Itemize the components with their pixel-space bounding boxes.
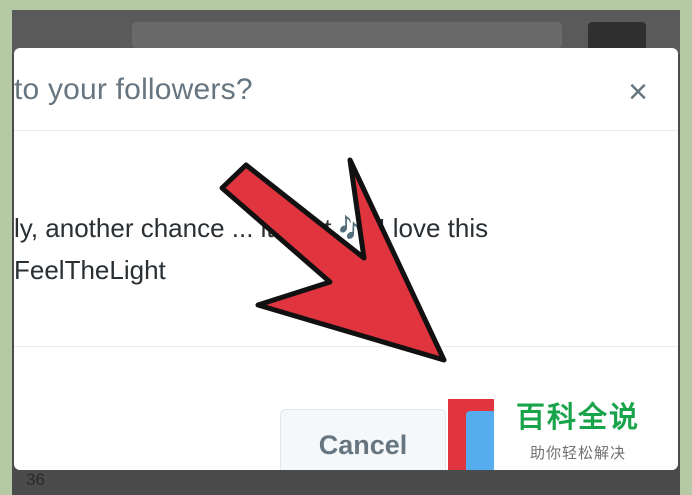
background-retweet-count: 36 [26, 470, 45, 489]
background-search-field [132, 22, 562, 48]
watermark-subtitle: 助你轻松解决 [529, 445, 626, 462]
close-icon[interactable]: × [622, 75, 654, 109]
dialog-header: to your followers? × [14, 48, 678, 131]
tweet-text-line-1: ly, another chance ... it right 🎶 I love… [14, 213, 489, 243]
dialog-title: to your followers? [14, 73, 253, 106]
cancel-button[interactable]: Cancel [280, 409, 446, 470]
watermark: 百科全说 助你轻松解决 [494, 380, 662, 470]
watermark-title: 百科全说 [515, 402, 640, 434]
tweet-text-line-2: FeelTheLight [14, 255, 166, 285]
